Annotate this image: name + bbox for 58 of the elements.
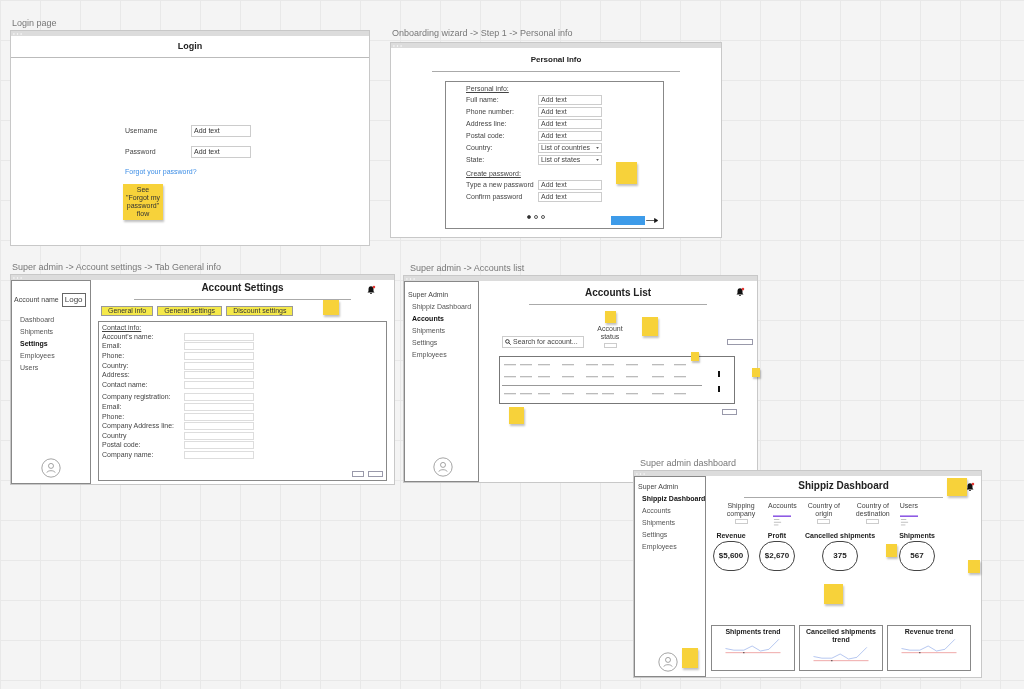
- page-title: Shippiz Dashboard: [798, 480, 889, 492]
- page-title: Account Settings: [201, 282, 284, 294]
- window-dots-icon: [406, 277, 415, 280]
- export-button[interactable]: [722, 409, 737, 415]
- create-account-button[interactable]: [727, 339, 753, 345]
- bell-icon[interactable]: [735, 287, 745, 297]
- input-field[interactable]: [184, 431, 254, 440]
- caret-icon: [596, 158, 599, 161]
- frame-label: Super admin -> Account settings -> Tab General info: [12, 261, 221, 274]
- input-field[interactable]: [184, 332, 254, 341]
- input-field[interactable]: [184, 361, 254, 370]
- input-field[interactable]: [184, 422, 254, 431]
- sticky-note: [824, 584, 843, 604]
- input-field[interactable]: [184, 352, 254, 360]
- dropdown[interactable]: [817, 519, 831, 524]
- input-field[interactable]: [184, 402, 254, 411]
- dropdown[interactable]: [866, 519, 880, 524]
- frame-label: Super admin dashboard: [640, 457, 737, 470]
- page-title: Accounts List: [584, 287, 652, 299]
- sticky-note: [616, 162, 637, 184]
- input-field[interactable]: [184, 450, 254, 459]
- input-field[interactable]: [184, 380, 254, 389]
- sticky-note: [752, 368, 760, 377]
- user-avatar-icon[interactable]: [658, 652, 678, 672]
- input-field[interactable]: [184, 393, 254, 402]
- sticky-note: [323, 300, 339, 315]
- window-dots-icon: [13, 276, 22, 279]
- sticky-note: [509, 407, 524, 424]
- sticky-note: [947, 478, 967, 496]
- page-title: Personal Info: [530, 54, 582, 66]
- caret-icon: [596, 146, 599, 149]
- bell-icon[interactable]: [366, 285, 376, 295]
- sticky-note: [682, 648, 698, 668]
- sticky-note: [886, 544, 897, 557]
- sticky-note: [691, 352, 699, 361]
- arrow-icon: [646, 218, 658, 223]
- page-title: Login: [177, 39, 203, 53]
- sticky-note: [642, 317, 658, 336]
- frame-label: Super admin -> Accounts list: [410, 262, 525, 275]
- input-field[interactable]: [184, 342, 254, 351]
- bell-icon[interactable]: [965, 482, 975, 492]
- window-dots-icon: [636, 472, 645, 475]
- save-button[interactable]: [368, 471, 383, 477]
- logo: Logo: [61, 293, 86, 307]
- sticky-note: [968, 560, 980, 573]
- sticky-note: [604, 311, 616, 323]
- input-field[interactable]: [184, 371, 254, 380]
- dropdown[interactable]: [603, 343, 617, 348]
- dropdown[interactable]: [734, 519, 748, 524]
- frame-label: Onboarding wizard -> Step 1 -> Personal info: [392, 27, 573, 40]
- input-field[interactable]: [184, 441, 254, 450]
- frame-label: Login page: [12, 17, 57, 30]
- input-field[interactable]: [184, 412, 254, 421]
- search-icon: [505, 339, 511, 345]
- cancel-button[interactable]: [352, 471, 364, 477]
- user-avatar-icon[interactable]: [41, 458, 61, 478]
- next-button[interactable]: [611, 216, 645, 225]
- user-avatar-icon[interactable]: [433, 457, 453, 477]
